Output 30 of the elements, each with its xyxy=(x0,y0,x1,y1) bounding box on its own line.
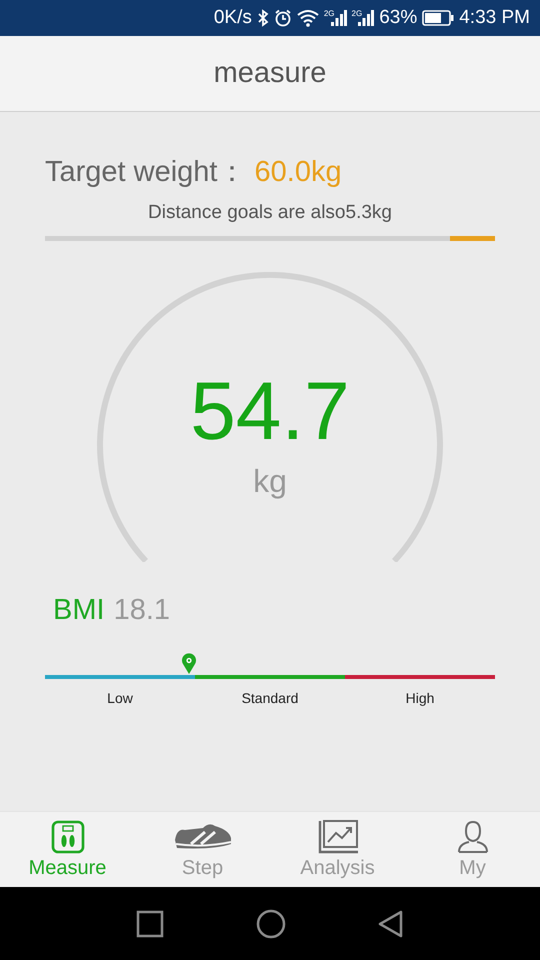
home-icon[interactable] xyxy=(256,908,286,938)
page-title: measure xyxy=(214,57,326,90)
recent-apps-icon[interactable] xyxy=(136,910,164,938)
bmi-value: 18.1 xyxy=(114,594,170,627)
battery-percent: 63% xyxy=(379,7,418,29)
nav-tab[interactable]: Analysis xyxy=(270,812,405,887)
bmi-range-label: Low xyxy=(107,690,133,706)
battery-icon xyxy=(422,10,454,26)
alarm-icon xyxy=(274,9,292,27)
bmi-range-label: Standard xyxy=(242,690,298,706)
target-weight-label: Target weight： xyxy=(45,155,246,190)
chart-icon xyxy=(316,820,358,854)
network-type: 2G xyxy=(352,9,362,18)
back-icon[interactable] xyxy=(378,910,404,938)
network-type: 2G xyxy=(324,9,335,18)
target-weight-value: 60.0kg xyxy=(254,156,342,189)
weight-value: 54.7 xyxy=(190,367,350,457)
bmi-range-label: High xyxy=(406,690,434,706)
goal-distance-text: Distance goals are also5.3kg xyxy=(147,202,393,225)
nav-tab[interactable]: Measure xyxy=(0,812,135,887)
weight-unit: kg xyxy=(253,463,287,500)
bluetooth-icon xyxy=(256,9,269,27)
nav-tab[interactable]: Step xyxy=(135,812,270,887)
clock: 4:33 PM xyxy=(459,7,530,29)
person-icon xyxy=(456,820,488,854)
wifi-icon xyxy=(296,9,319,27)
bmi-label: BMI xyxy=(53,594,105,627)
network-speed: 0K/s xyxy=(214,7,252,29)
nav-tab[interactable]: My xyxy=(405,812,540,887)
scale-icon xyxy=(50,820,84,854)
